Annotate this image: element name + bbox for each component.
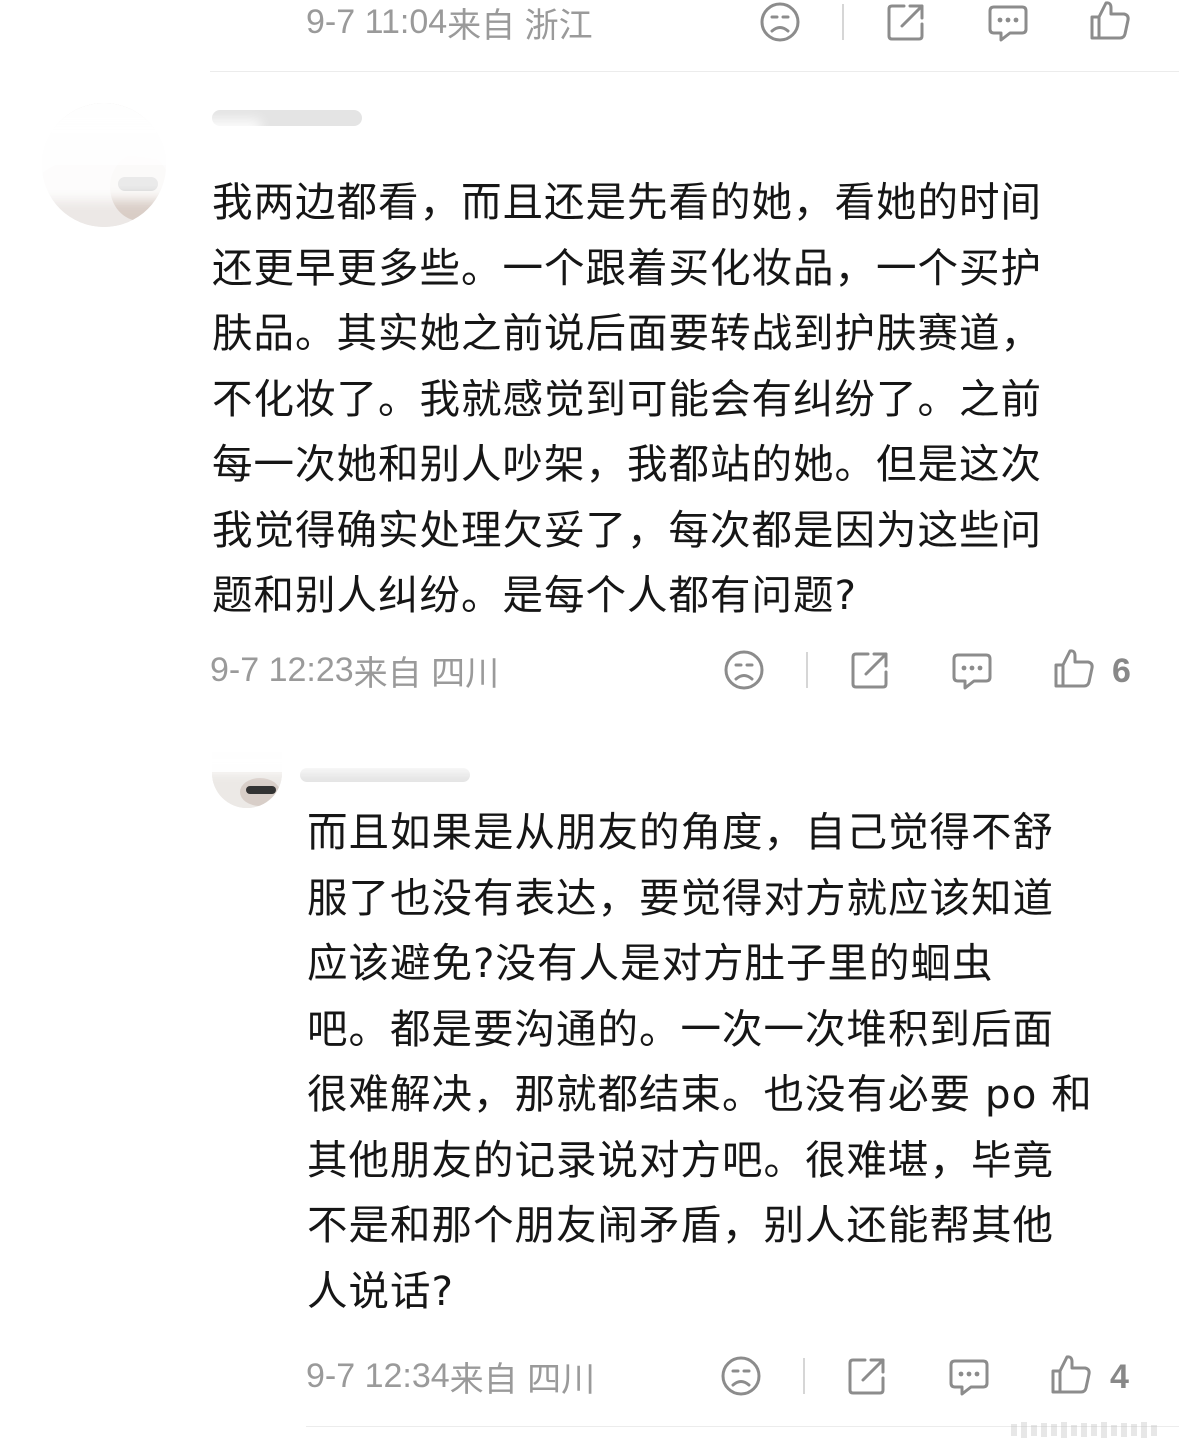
share-icon[interactable] xyxy=(846,646,894,694)
share-icon[interactable] xyxy=(882,0,930,46)
watermark xyxy=(1011,1420,1171,1440)
sad-face-icon[interactable] xyxy=(756,0,804,46)
comment-2-meta: 9-7 12:23 来自 四川 xyxy=(210,640,499,700)
comment-divider xyxy=(210,71,1179,72)
comment-location: 来自 四川 xyxy=(353,654,500,693)
comment-time: 9-7 11:04 xyxy=(306,2,448,41)
comment-1-meta: 9-7 11:04 来自 浙江 xyxy=(306,0,593,52)
like-count: 4 xyxy=(1110,1358,1129,1396)
divider-line xyxy=(806,652,808,688)
comment-bubble-icon[interactable] xyxy=(984,0,1032,46)
comment-location: 来自 浙江 xyxy=(447,6,593,45)
comment-location: 来自 四川 xyxy=(449,1360,596,1399)
comment-3-meta: 9-7 12:34 来自 四川 xyxy=(306,1346,595,1406)
comment-time: 9-7 12:23 xyxy=(210,650,354,689)
comment-time: 9-7 12:34 xyxy=(306,1356,450,1395)
sad-face-icon[interactable] xyxy=(720,646,768,694)
comment-body: 而且如果是从朋友的角度，自己觉得不舒 服了也没有表达，要觉得对方就应该知道 应该… xyxy=(307,808,1093,1315)
thumbs-up-icon[interactable] xyxy=(1086,0,1134,44)
divider-line xyxy=(842,4,844,40)
like-count: 6 xyxy=(1112,652,1131,690)
comment-bubble-icon[interactable] xyxy=(948,646,996,694)
divider-line xyxy=(803,1358,805,1394)
share-icon[interactable] xyxy=(843,1352,891,1400)
thumbs-up-icon[interactable] xyxy=(1047,1350,1095,1398)
redaction-mask xyxy=(170,720,500,772)
sad-face-icon[interactable] xyxy=(717,1352,765,1400)
comment-body: 我两边都看，而且还是先看的她，看她的时间 还更早更多些。一个跟着买化妆品，一个买… xyxy=(212,178,1042,619)
thumbs-up-icon[interactable] xyxy=(1050,644,1098,692)
comment-bubble-icon[interactable] xyxy=(945,1352,993,1400)
